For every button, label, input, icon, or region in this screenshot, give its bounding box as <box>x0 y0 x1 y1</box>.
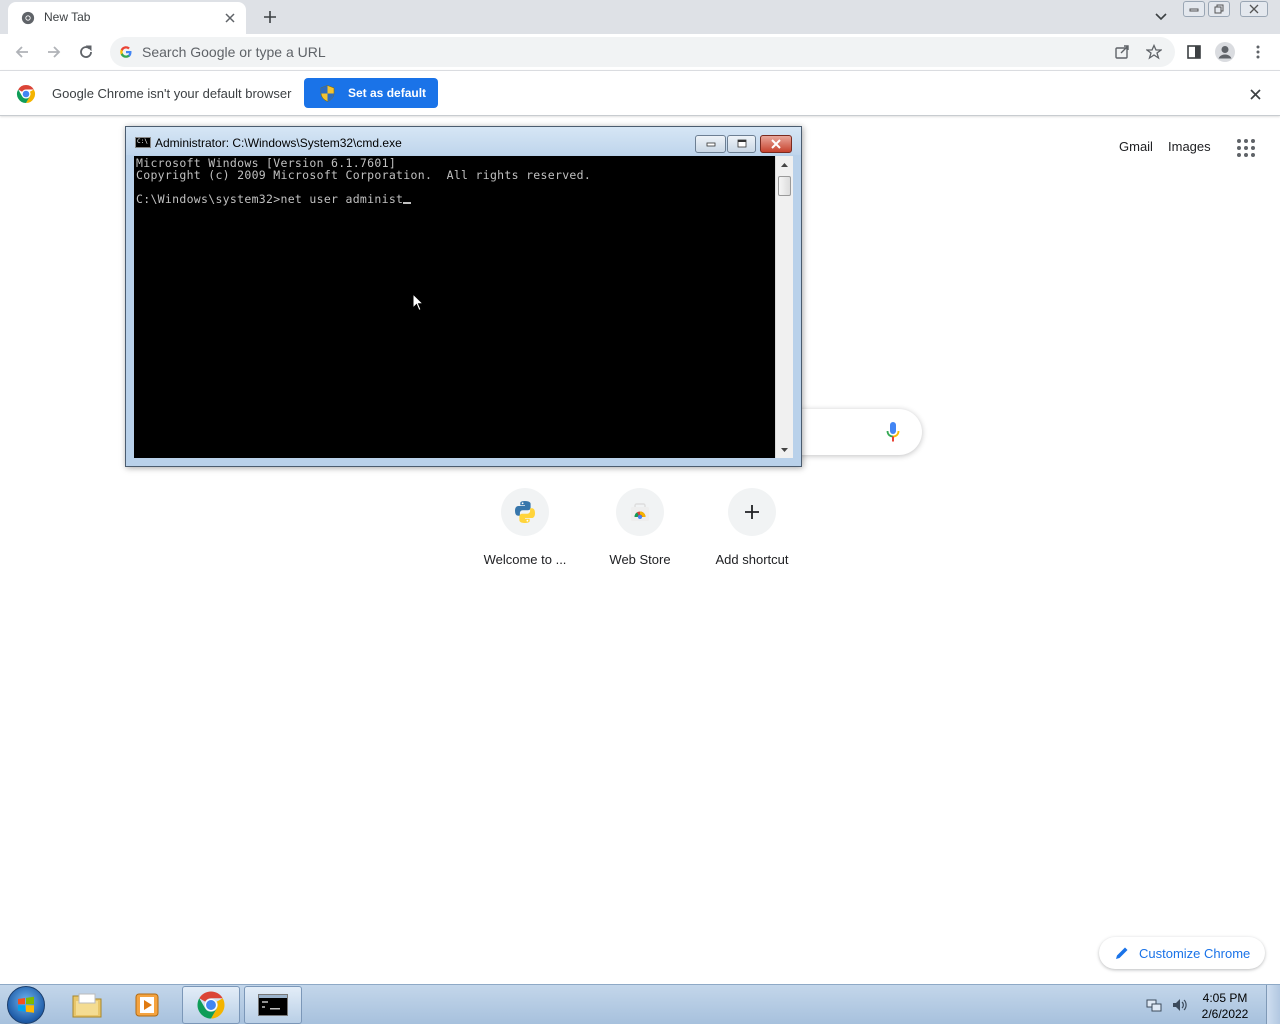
taskbar-explorer[interactable] <box>58 986 116 1024</box>
start-button[interactable] <box>7 986 45 1024</box>
images-link[interactable]: Images <box>1168 139 1211 154</box>
cmd-app-icon: C:\ <box>135 137 151 148</box>
uac-shield-icon <box>320 84 335 102</box>
shortcut-tile <box>616 488 664 536</box>
shortcut-tile <box>501 488 549 536</box>
ntp-search-box[interactable] <box>790 409 922 455</box>
chrome-icon <box>21 11 35 25</box>
chrome-icon <box>197 991 225 1019</box>
share-icon[interactable] <box>1110 40 1134 64</box>
tab-search-chevron-icon[interactable] <box>1150 6 1172 28</box>
window-minimize-button[interactable] <box>1183 1 1205 17</box>
cmd-maximize-button[interactable] <box>727 135 756 153</box>
cmd-scrollbar[interactable] <box>775 156 793 458</box>
mouse-pointer-icon <box>412 293 424 312</box>
media-player-icon <box>135 993 159 1017</box>
taskbar-cmd[interactable] <box>244 986 302 1024</box>
browser-toolbar <box>0 34 1280 70</box>
windows-logo-icon <box>18 996 34 1013</box>
tab-title: New Tab <box>44 10 91 24</box>
infobar-close-icon[interactable] <box>1245 84 1265 104</box>
set-as-default-button[interactable]: Set as default <box>304 78 438 108</box>
google-icon <box>120 46 132 58</box>
customize-chrome-button[interactable]: Customize Chrome <box>1099 937 1265 969</box>
folder-icon <box>72 993 102 1018</box>
gmail-link[interactable]: Gmail <box>1119 139 1153 154</box>
cmd-window[interactable]: C:\ Administrator: C:\Windows\System32\c… <box>125 126 802 467</box>
cmd-icon <box>258 994 288 1016</box>
cmd-titlebar[interactable]: C:\ Administrator: C:\Windows\System32\c… <box>126 127 801 155</box>
voice-search-mic-icon[interactable] <box>886 421 900 443</box>
window-close-button[interactable] <box>1240 1 1268 17</box>
cmd-console[interactable]: Microsoft Windows [Version 6.1.7601] Cop… <box>134 156 775 458</box>
scroll-down-arrow-icon[interactable] <box>776 441 793 458</box>
clock-time[interactable]: 4:05 PM <box>1193 991 1257 1005</box>
network-icon[interactable] <box>1146 997 1162 1013</box>
customize-chrome-label: Customize Chrome <box>1139 945 1251 961</box>
profile-avatar-icon[interactable] <box>1213 40 1237 64</box>
tab-strip: New Tab <box>0 0 1280 34</box>
show-desktop-button[interactable] <box>1266 985 1280 1024</box>
cmd-window-title: Administrator: C:\Windows\System32\cmd.e… <box>155 136 402 150</box>
shortcut-label: Add shortcut <box>715 552 789 567</box>
shortcut-web-store[interactable]: Web Store <box>584 488 696 578</box>
windows-taskbar: 4:05 PM 2/6/2022 <box>0 984 1280 1024</box>
tab-close-icon[interactable] <box>220 8 240 28</box>
back-button[interactable] <box>10 40 34 64</box>
web-store-icon <box>631 503 649 521</box>
python-icon <box>515 501 535 523</box>
side-panel-icon[interactable] <box>1182 40 1206 64</box>
cmd-minimize-button[interactable] <box>695 135 726 153</box>
shortcut-tile <box>728 488 776 536</box>
pencil-icon <box>1116 947 1128 959</box>
taskbar-media-player[interactable] <box>118 986 176 1024</box>
volume-icon[interactable] <box>1171 997 1187 1013</box>
taskbar-chrome[interactable] <box>182 986 240 1024</box>
bookmark-star-icon[interactable] <box>1142 40 1166 64</box>
new-tab-button[interactable] <box>258 5 282 29</box>
cmd-close-button[interactable] <box>760 135 792 153</box>
omnibox-input[interactable] <box>142 41 1042 63</box>
text-cursor <box>403 202 412 204</box>
chrome-menu-icon[interactable] <box>1246 40 1270 64</box>
console-prompt-line[interactable]: C:\Windows\system32>net user administ <box>136 193 773 205</box>
shortcut-label: Welcome to ... <box>483 552 567 567</box>
shortcut-label: Web Store <box>609 552 671 567</box>
set-as-default-label: Set as default <box>348 86 427 100</box>
omnibox[interactable] <box>110 37 1175 67</box>
scroll-thumb[interactable] <box>778 176 791 196</box>
tab-new-tab[interactable]: New Tab <box>8 2 246 34</box>
google-apps-icon[interactable] <box>1234 136 1258 160</box>
plus-icon <box>745 505 759 519</box>
window-restore-button[interactable] <box>1208 1 1230 17</box>
forward-button[interactable] <box>42 40 66 64</box>
default-browser-infobar: Google Chrome isn't your default browser… <box>0 70 1280 116</box>
scroll-up-arrow-icon[interactable] <box>776 156 793 173</box>
clock-date[interactable]: 2/6/2022 <box>1193 1007 1257 1021</box>
console-prompt-text: C:\Windows\system32>net user administ <box>136 192 404 206</box>
shortcut-welcome[interactable]: Welcome to ... <box>469 488 581 578</box>
console-line: Copyright (c) 2009 Microsoft Corporation… <box>136 168 592 182</box>
chrome-logo-icon <box>16 85 36 103</box>
reload-button[interactable] <box>74 40 98 64</box>
infobar-message: Google Chrome isn't your default browser <box>52 86 292 101</box>
shortcut-add[interactable]: Add shortcut <box>696 488 808 578</box>
